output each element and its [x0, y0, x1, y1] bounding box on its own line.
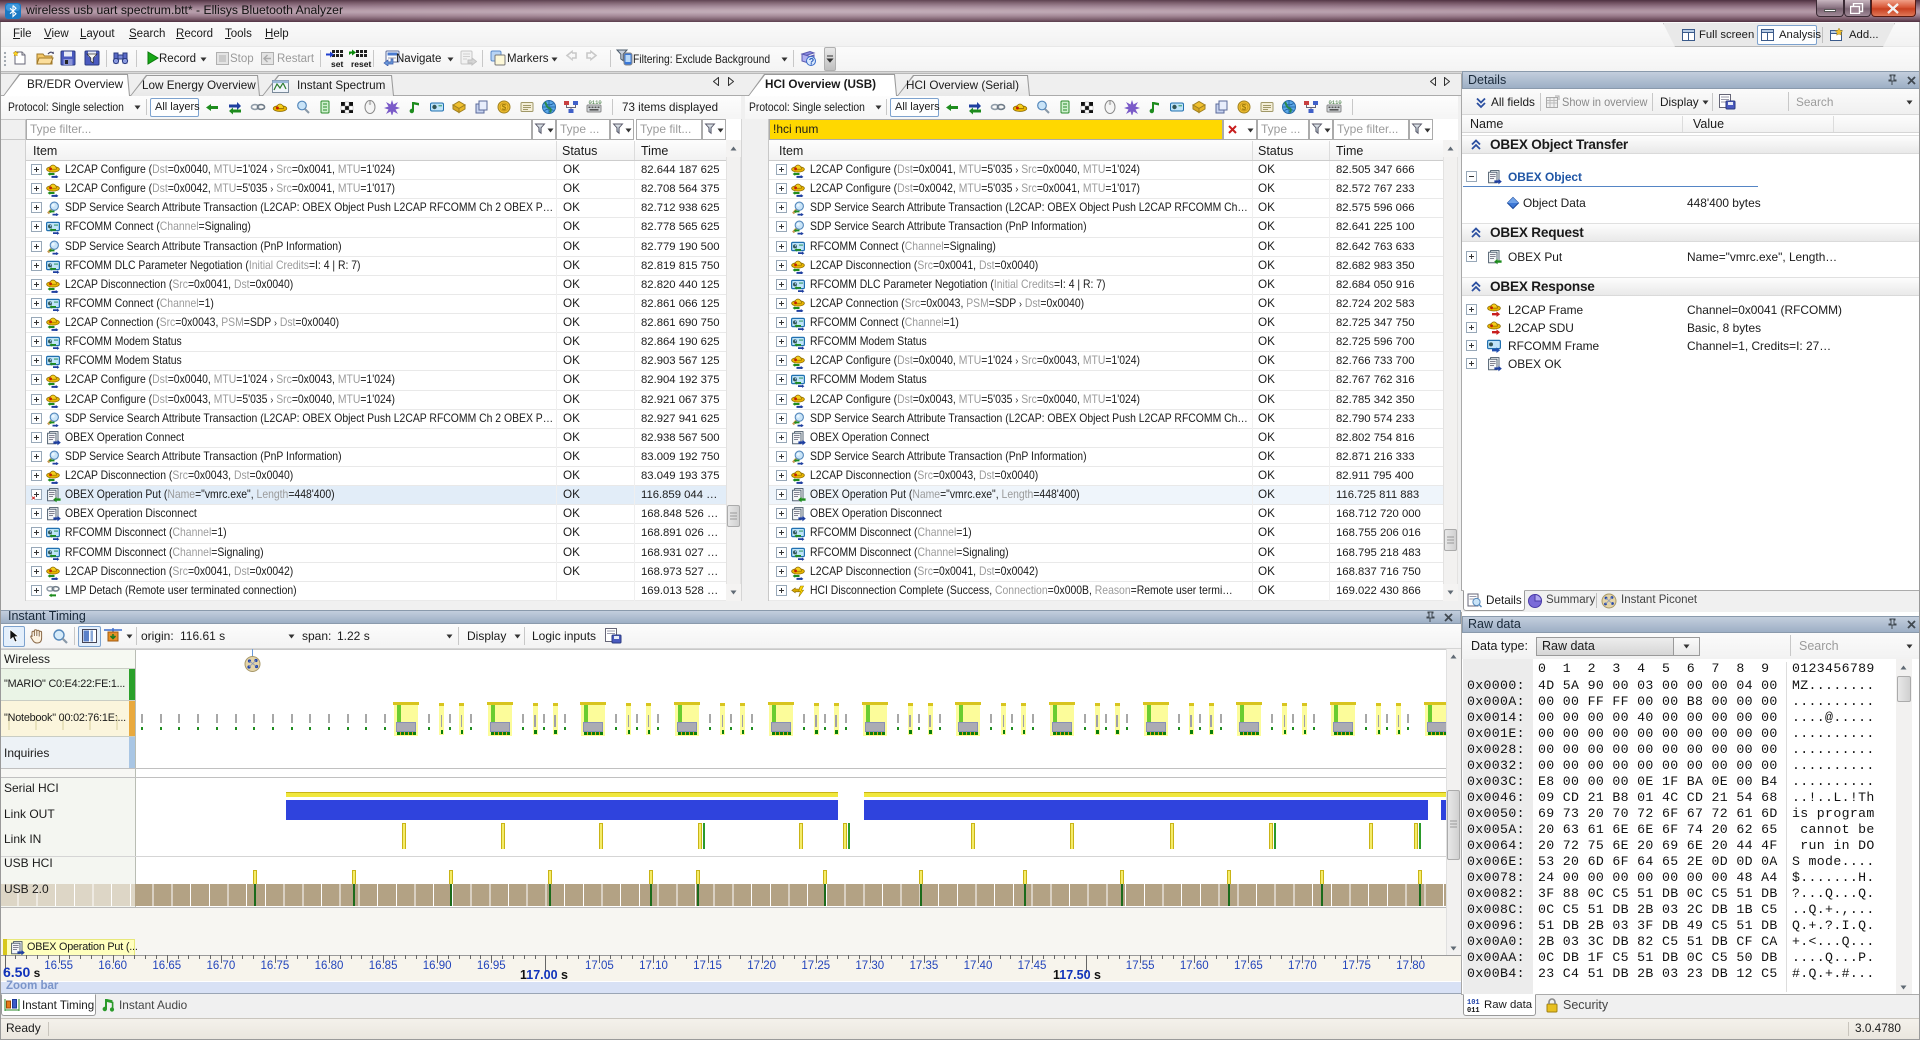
svg-text:101: 101: [1467, 999, 1480, 1007]
svg-text:set: set: [331, 59, 343, 68]
svg-text:reset: reset: [351, 59, 371, 68]
svg-text:011: 011: [1467, 1007, 1480, 1013]
svg-text:0110: 0110: [588, 99, 601, 106]
svg-text:?: ?: [809, 57, 815, 67]
svg-text:$: $: [1242, 103, 1247, 112]
svg-text:0110: 0110: [1328, 99, 1341, 106]
svg-text:$: $: [502, 103, 507, 112]
